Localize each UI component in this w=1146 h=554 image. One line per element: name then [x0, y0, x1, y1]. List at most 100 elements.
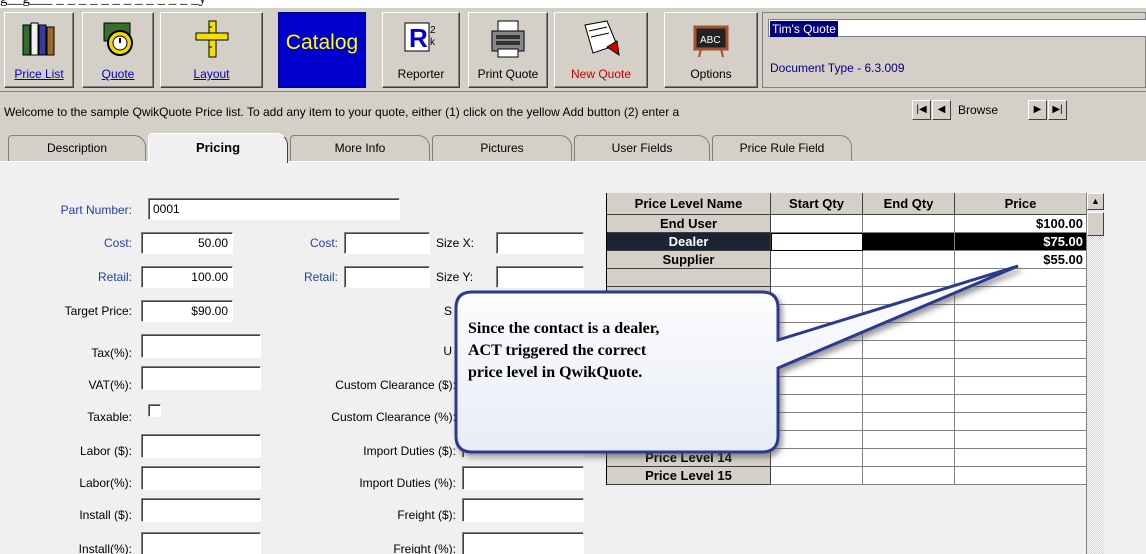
labor-percent-field[interactable] — [141, 466, 261, 490]
table-row[interactable]: Price Level 15 — [607, 467, 1087, 485]
table-row[interactable]: Supplier $55.00 — [607, 251, 1087, 269]
freight-dollar-field[interactable] — [462, 498, 584, 522]
taxable-checkbox[interactable] — [148, 404, 161, 417]
price-cell[interactable] — [955, 359, 1087, 377]
start-qty-cell[interactable] — [771, 287, 863, 305]
price-level-name-cell[interactable]: Price Level 13 — [607, 431, 771, 449]
freight-percent-field[interactable] — [462, 532, 584, 554]
start-qty-cell[interactable] — [771, 431, 863, 449]
header-price[interactable]: Price — [955, 193, 1087, 215]
start-qty-cell[interactable] — [771, 251, 863, 269]
end-qty-cell[interactable] — [863, 251, 955, 269]
price-cell[interactable] — [955, 341, 1087, 359]
tab-pricing[interactable]: Pricing — [148, 133, 288, 163]
start-qty-cell[interactable] — [771, 305, 863, 323]
table-row[interactable]: Price Level 12 — [607, 413, 1087, 431]
start-qty-cell[interactable] — [771, 449, 863, 467]
vat-field[interactable] — [141, 366, 261, 390]
price-cell[interactable]: $55.00 — [955, 251, 1087, 269]
tab-more-info[interactable]: More Info — [290, 135, 430, 161]
last-record-button[interactable]: ▶| — [1048, 100, 1067, 120]
price-cell[interactable] — [955, 431, 1087, 449]
scroll-thumb[interactable] — [1087, 212, 1104, 236]
end-qty-cell[interactable] — [863, 449, 955, 467]
first-record-button[interactable]: |◀ — [912, 100, 931, 120]
price-cell[interactable] — [955, 269, 1087, 287]
install-percent-field[interactable] — [141, 532, 261, 554]
retail-2-field[interactable] — [344, 266, 430, 288]
end-qty-cell[interactable] — [863, 323, 955, 341]
price-cell[interactable]: $100.00 — [955, 215, 1087, 233]
tax-field[interactable] — [141, 334, 261, 358]
grid-scrollbar[interactable]: ▲ — [1086, 193, 1104, 554]
end-qty-cell[interactable] — [863, 305, 955, 323]
start-qty-cell[interactable] — [771, 467, 863, 485]
next-record-button[interactable]: ▶ — [1028, 100, 1047, 120]
start-qty-cell[interactable] — [771, 341, 863, 359]
table-row[interactable]: Price Level 13 — [607, 431, 1087, 449]
price-list-button[interactable]: Price List — [4, 12, 74, 88]
price-level-name-cell[interactable]: Dealer — [607, 233, 771, 251]
start-qty-cell[interactable] — [771, 269, 863, 287]
price-cell[interactable] — [955, 395, 1087, 413]
end-qty-cell[interactable] — [863, 395, 955, 413]
price-cell[interactable] — [955, 305, 1087, 323]
price-level-name-cell[interactable]: Supplier — [607, 251, 771, 269]
tab-price-rule-field[interactable]: Price Rule Field — [712, 135, 852, 161]
cost-field[interactable]: 50.00 — [141, 232, 233, 254]
end-qty-cell[interactable] — [863, 233, 955, 251]
end-qty-cell[interactable] — [863, 341, 955, 359]
import-duties-dollar-field[interactable] — [462, 434, 584, 458]
start-qty-cell[interactable] — [771, 395, 863, 413]
table-row[interactable]: Dealer $75.00 — [607, 233, 1087, 251]
table-row[interactable]: Price Level 11 — [607, 395, 1087, 413]
catalog-button[interactable]: Catalog — [278, 12, 366, 88]
price-level-name-cell[interactable]: Price Level 12 — [607, 413, 771, 431]
price-level-name-cell[interactable] — [607, 287, 771, 305]
quote-button[interactable]: Quote — [82, 12, 154, 88]
end-qty-cell[interactable] — [863, 467, 955, 485]
size-y-field[interactable] — [496, 266, 584, 288]
start-qty-cell[interactable] — [771, 359, 863, 377]
price-level-name-cell[interactable]: Price Level 14 — [607, 449, 771, 467]
end-qty-cell[interactable] — [863, 269, 955, 287]
quote-name-field[interactable]: Tim's Quote — [768, 19, 1146, 37]
end-qty-cell[interactable] — [863, 287, 955, 305]
tab-pictures[interactable]: Pictures — [432, 135, 572, 161]
price-cell[interactable] — [955, 287, 1087, 305]
header-price-level-name[interactable]: Price Level Name — [607, 193, 771, 215]
new-quote-button[interactable]: New Quote — [554, 12, 648, 88]
import-duties-percent-field[interactable] — [462, 466, 584, 490]
table-row[interactable] — [607, 269, 1087, 287]
table-row[interactable]: Price Level 14 — [607, 449, 1087, 467]
retail-field[interactable]: 100.00 — [141, 266, 233, 288]
start-qty-cell[interactable] — [771, 323, 863, 341]
start-qty-cell[interactable] — [771, 377, 863, 395]
tab-description[interactable]: Description — [8, 135, 146, 161]
size-x-field[interactable] — [496, 232, 584, 254]
table-row[interactable] — [607, 287, 1087, 305]
price-cell[interactable] — [955, 467, 1087, 485]
install-dollar-field[interactable] — [141, 498, 261, 522]
start-qty-cell[interactable] — [771, 215, 863, 233]
table-row[interactable]: End User $100.00 — [607, 215, 1087, 233]
price-cell[interactable] — [955, 323, 1087, 341]
layout-button[interactable]: Layout — [160, 12, 263, 88]
tab-user-fields[interactable]: User Fields — [574, 135, 710, 161]
end-qty-cell[interactable] — [863, 215, 955, 233]
end-qty-cell[interactable] — [863, 431, 955, 449]
cost-2-field[interactable] — [344, 232, 430, 254]
target-price-field[interactable]: $90.00 — [141, 300, 233, 322]
print-quote-button[interactable]: Print Quote — [468, 12, 548, 88]
header-start-qty[interactable]: Start Qty — [771, 193, 863, 215]
options-button[interactable]: ABC Options — [664, 12, 758, 88]
reporter-button[interactable]: R 2 k Reporter — [382, 12, 460, 88]
end-qty-cell[interactable] — [863, 377, 955, 395]
end-qty-cell[interactable] — [863, 359, 955, 377]
price-level-name-cell[interactable] — [607, 269, 771, 287]
price-level-name-cell[interactable]: Price Level 11 — [607, 395, 771, 413]
price-cell[interactable]: $75.00 — [955, 233, 1087, 251]
prev-record-button[interactable]: ◀ — [932, 100, 951, 120]
start-qty-cell[interactable] — [771, 413, 863, 431]
end-qty-cell[interactable] — [863, 413, 955, 431]
